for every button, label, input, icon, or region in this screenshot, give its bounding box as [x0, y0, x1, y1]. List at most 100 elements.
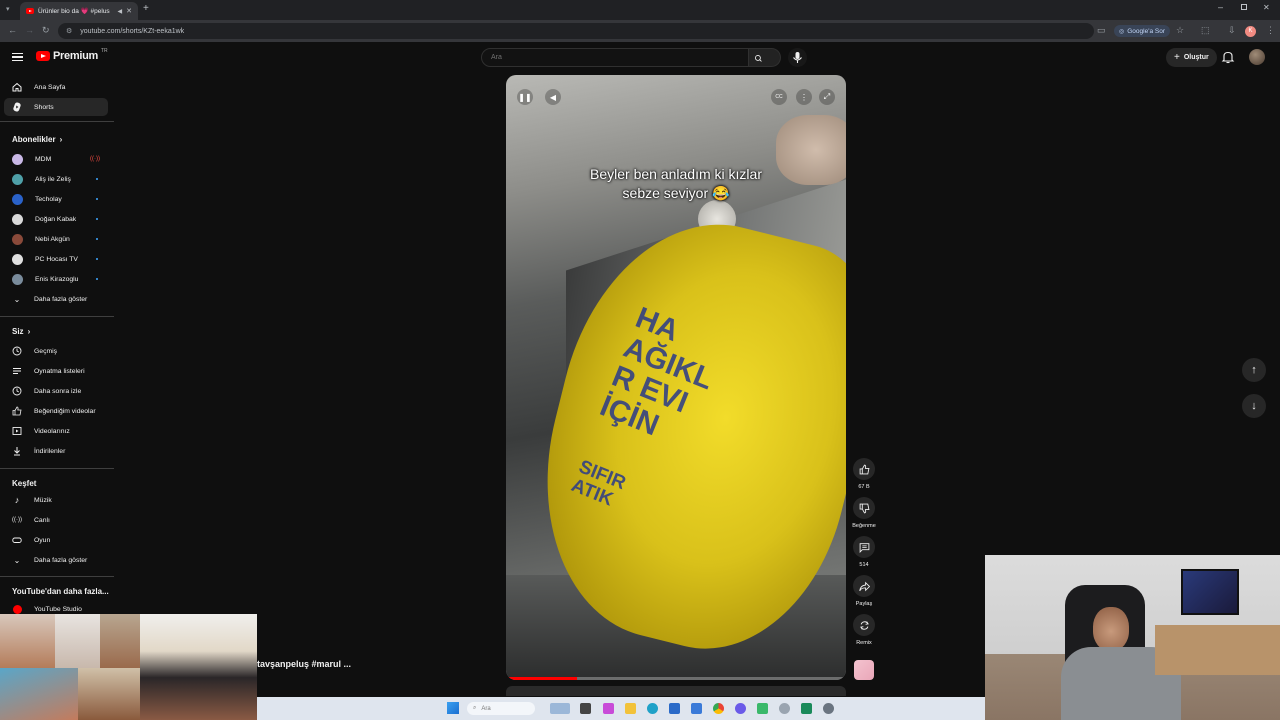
back-icon[interactable]: ←	[8, 25, 17, 35]
fullscreen-icon[interactable]: ⤢	[819, 89, 835, 105]
wall-tv	[1181, 569, 1239, 615]
search-input[interactable]: Ara	[481, 48, 749, 67]
dislike-button[interactable]	[853, 497, 875, 519]
next-short-preview[interactable]	[506, 686, 846, 696]
reload-icon[interactable]: ↻	[42, 25, 50, 36]
search-button[interactable]	[749, 48, 781, 67]
remix-button[interactable]	[853, 614, 875, 636]
profile-avatar[interactable]: K	[1245, 26, 1256, 37]
home-icon	[12, 82, 22, 92]
sidebar-item-your-videos[interactable]: Videolarınız	[4, 422, 108, 440]
you-heading[interactable]: Siz ›	[12, 327, 30, 336]
sidebar-channel-item[interactable]: Doğan Kabak	[4, 210, 108, 228]
account-avatar[interactable]	[1249, 49, 1265, 65]
comments-button[interactable]	[853, 536, 875, 558]
remix-icon	[859, 620, 869, 630]
extensions-icon[interactable]: ⬚	[1201, 25, 1210, 36]
shorts-icon	[12, 102, 22, 112]
taskbar-search[interactable]: ⌕ Ara	[467, 702, 535, 715]
tab-list-chevron-icon[interactable]: ▾	[6, 5, 10, 13]
new-tab-icon[interactable]: +	[143, 3, 149, 14]
youtube-premium-logo[interactable]: Premium TR	[36, 48, 108, 62]
sound-thumbnail[interactable]	[854, 660, 874, 680]
sidebar-item-downloads[interactable]: İndirilenler	[4, 442, 108, 460]
taskbar-app-icon[interactable]	[603, 703, 614, 714]
sidebar-item-home[interactable]: Ana Sayfa	[4, 78, 108, 96]
thumbs-down-icon	[859, 503, 869, 513]
sidebar-item-gaming[interactable]: Oyun	[4, 531, 108, 549]
notifications-bell-icon[interactable]	[1221, 50, 1235, 64]
sidebar-item-playlists[interactable]: Oynatma listeleri	[4, 362, 108, 380]
previous-short-button[interactable]: ↑	[1242, 358, 1266, 382]
taskbar-app-icon[interactable]	[801, 703, 812, 714]
browser-menu-icon[interactable]: ⋮	[1266, 25, 1275, 36]
taskbar-app-icon[interactable]	[779, 703, 790, 714]
sidebar-item-watch-later[interactable]: Daha sonra izle	[4, 382, 108, 400]
taskbar-app-icon[interactable]	[669, 703, 680, 714]
sidebar-channel-item[interactable]: Enis Kirazoglu	[4, 270, 108, 288]
mute-button[interactable]: ◀	[545, 89, 561, 105]
create-button[interactable]: + Oluştur	[1166, 48, 1217, 67]
sidebar-channel-item[interactable]: Nebi Akgün	[4, 230, 108, 248]
taskbar-app-icon[interactable]	[691, 703, 702, 714]
taskbar-app-icon[interactable]	[757, 703, 768, 714]
sidebar-item-liked-videos[interactable]: Beğendiğim videolar	[4, 402, 108, 420]
captions-button[interactable]: CC	[771, 89, 787, 105]
settings-gear-icon[interactable]	[823, 703, 834, 714]
new-content-dot	[96, 218, 98, 220]
channel-avatar	[12, 273, 23, 285]
browser-tab-bar: ▾ Ürünler bio da 💗 #pelus ◀ ✕ + – ✕	[0, 0, 1280, 20]
edge-icon[interactable]	[647, 703, 658, 714]
share-action[interactable]: Paylaş	[851, 575, 877, 607]
like-button[interactable]	[853, 458, 875, 480]
dislike-action[interactable]: Beğenme	[851, 497, 877, 529]
show-more-subscriptions[interactable]: ⌄ Daha fazla göster	[4, 290, 108, 308]
menu-hamburger-icon[interactable]	[12, 53, 23, 61]
comment-action[interactable]: 514	[851, 536, 877, 568]
tab-audio-icon[interactable]: ◀	[118, 8, 123, 15]
webcam-tile	[78, 668, 140, 720]
install-app-icon[interactable]: ▭	[1097, 25, 1106, 36]
bookmark-star-icon[interactable]: ☆	[1176, 25, 1184, 36]
google-sor-button[interactable]: ◎ Google'a Sor	[1114, 25, 1170, 37]
downloads-toolbar-icon[interactable]: ⇩	[1228, 25, 1236, 36]
pause-button[interactable]: ❚❚	[517, 89, 533, 105]
tab-close-icon[interactable]: ✕	[126, 7, 132, 15]
next-short-button[interactable]: ↓	[1242, 394, 1266, 418]
subscriptions-heading[interactable]: Abonelikler ›	[12, 135, 62, 144]
shorts-video-player[interactable]: HA AĞIKL R EVI İÇİN SIFIR ATIK Beyler be…	[506, 75, 846, 680]
sidebar-item-shorts[interactable]: Shorts	[4, 98, 108, 116]
sidebar-item-music[interactable]: ♪ Müzik	[4, 491, 108, 509]
window-minimize-icon[interactable]: –	[1218, 2, 1223, 12]
webcam-tile	[140, 614, 257, 720]
taskbar-widget-icon[interactable]	[550, 703, 570, 714]
windows-start-icon[interactable]	[447, 702, 459, 714]
browser-tab-active[interactable]: Ürünler bio da 💗 #pelus ◀ ✕	[20, 2, 138, 20]
logo-region: TR	[100, 48, 108, 54]
remix-action[interactable]: Remix	[851, 614, 877, 646]
file-explorer-icon[interactable]	[625, 703, 636, 714]
more-options-icon[interactable]: ⋮	[796, 89, 812, 105]
show-more-explore[interactable]: ⌄ Daha fazla göster	[4, 551, 108, 569]
sidebar-channel-item[interactable]: Aliş ile Zeliş	[4, 170, 108, 188]
voice-search-button[interactable]	[788, 48, 807, 67]
channel-name: Doğan Kabak	[35, 215, 77, 223]
share-button[interactable]	[853, 575, 875, 597]
address-bar[interactable]: ⚙ youtube.com/shorts/KZt-eeka1wk	[58, 23, 1094, 39]
microphone-icon	[793, 52, 802, 63]
taskbar-app-icon[interactable]	[735, 703, 746, 714]
window-close-icon[interactable]: ✕	[1263, 3, 1270, 12]
forward-icon[interactable]: →	[25, 25, 34, 35]
sidebar-channel-item[interactable]: Techolay	[4, 190, 108, 208]
sidebar-channel-item[interactable]: MDM ((·))	[4, 150, 108, 168]
task-view-icon[interactable]	[580, 703, 591, 714]
site-info-icon[interactable]: ⚙	[66, 27, 72, 35]
sidebar-item-live[interactable]: ((·)) Canlı	[4, 511, 108, 529]
sidebar-channel-item[interactable]: PC Hocası TV	[4, 250, 108, 268]
window-restore-icon[interactable]	[1241, 4, 1247, 10]
video-progress-bar[interactable]	[506, 677, 846, 680]
video-progress-fill	[506, 677, 578, 680]
sidebar-item-history[interactable]: Geçmiş	[4, 342, 108, 360]
like-action[interactable]: 67 B	[851, 458, 877, 490]
chrome-icon[interactable]	[713, 703, 724, 714]
